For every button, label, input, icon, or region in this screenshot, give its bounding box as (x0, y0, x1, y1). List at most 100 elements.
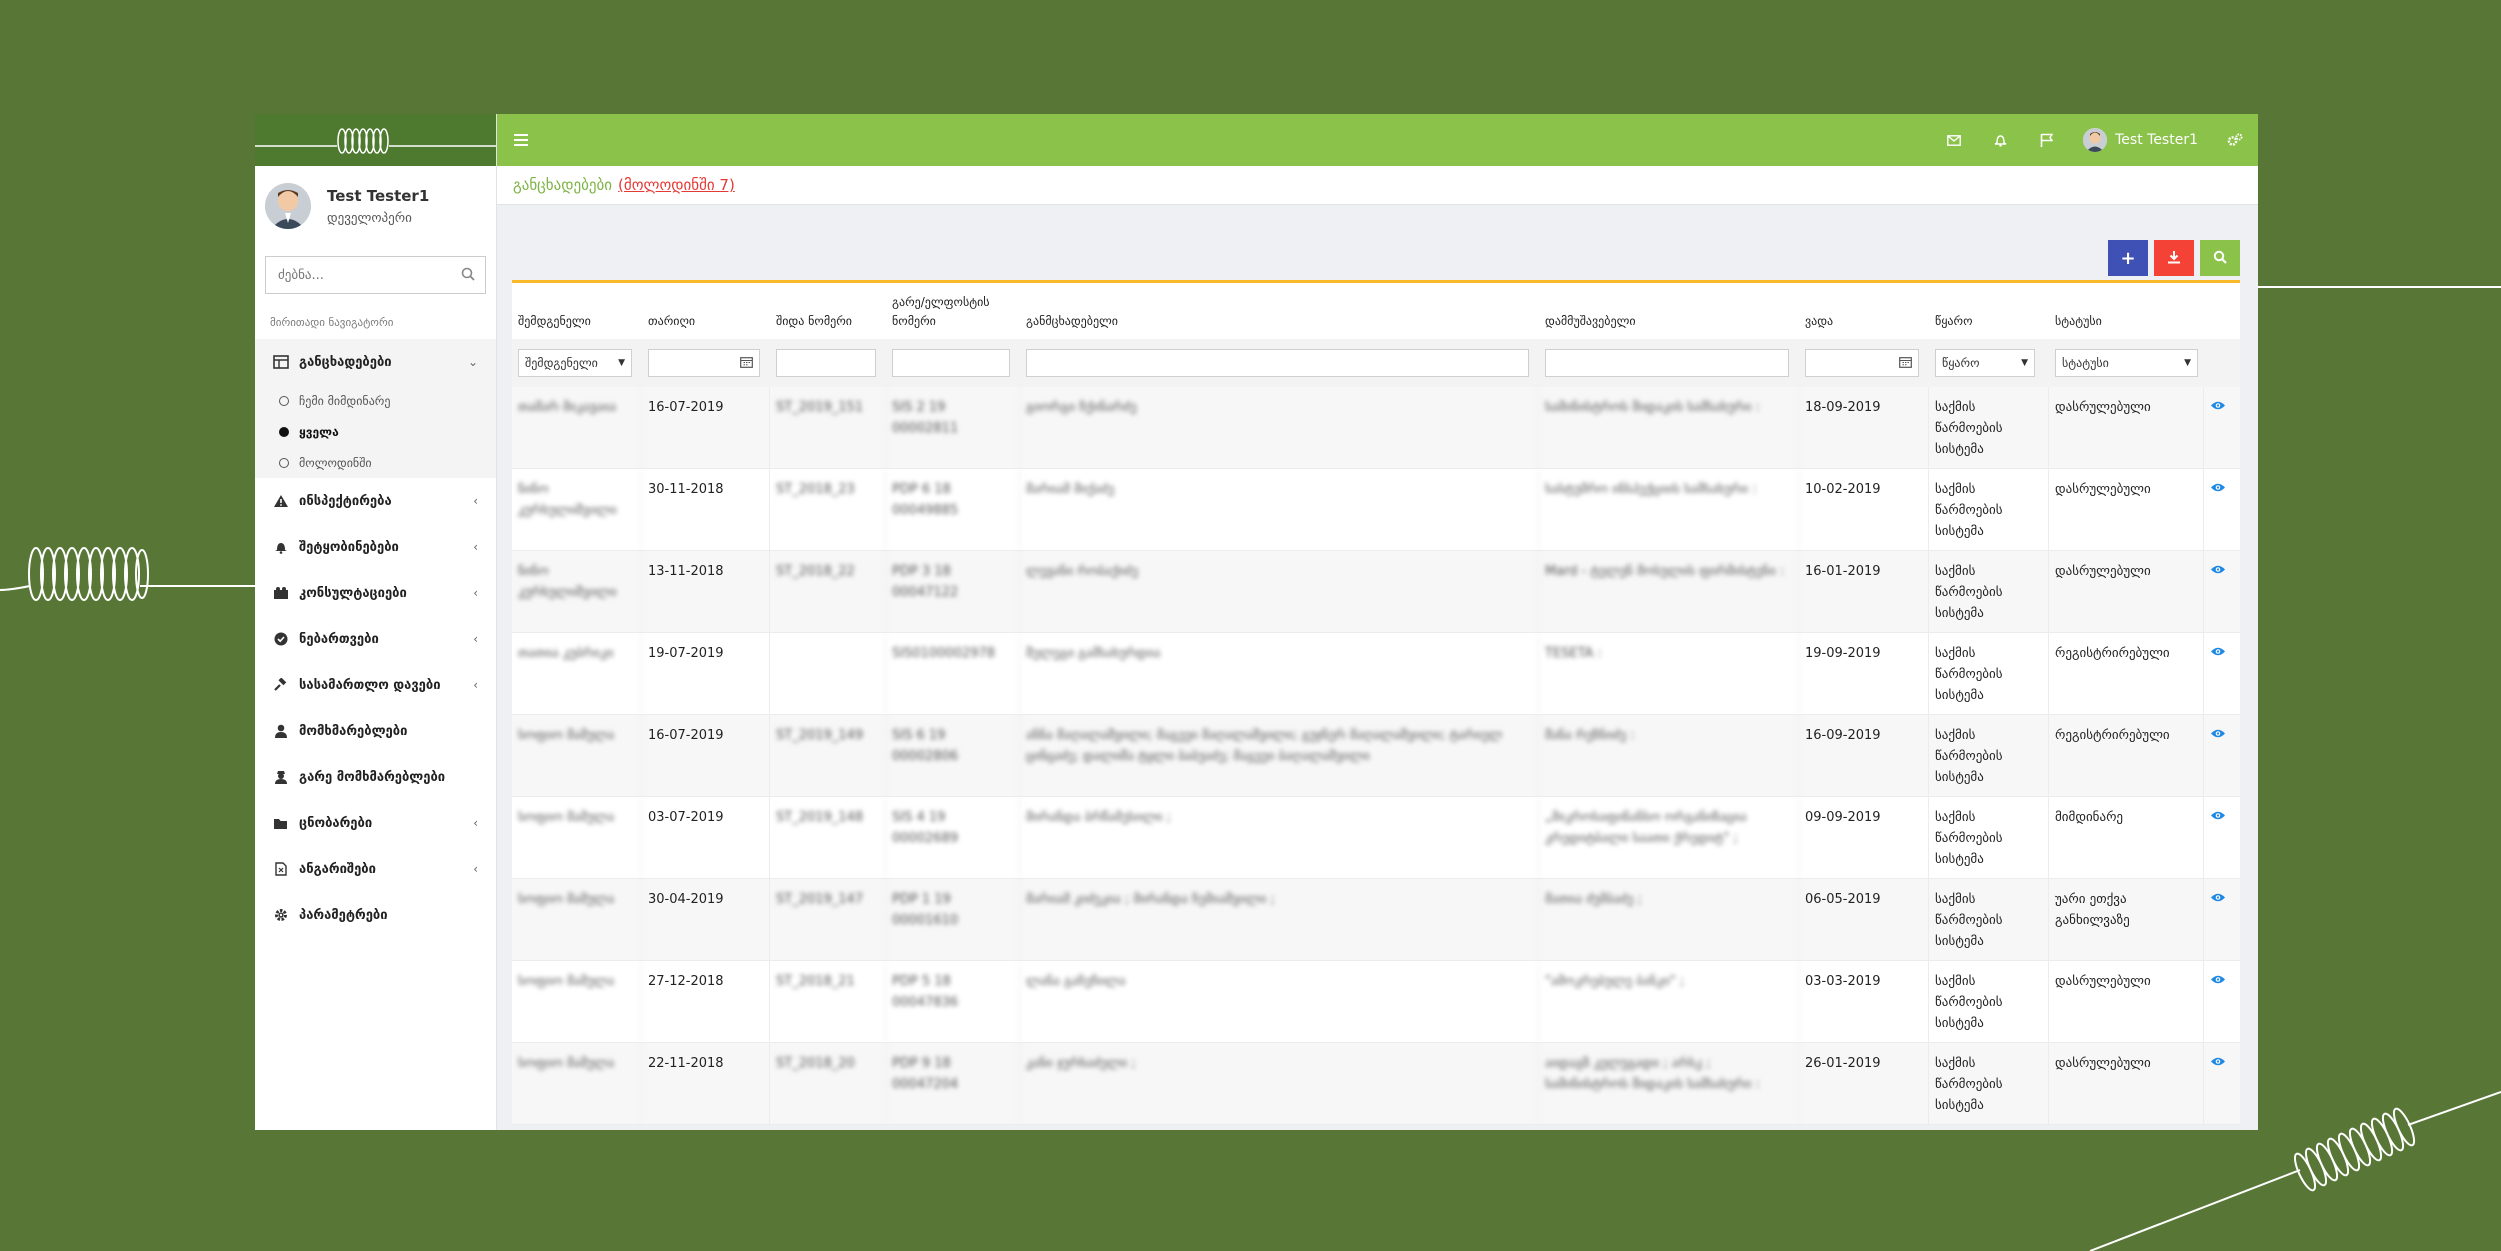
sidebar-user-name: Test Tester1 (327, 186, 430, 205)
cell-processor: სასტუმრო ინსპექციის სამსახური : (1539, 469, 1799, 550)
eye-icon[interactable] (2210, 727, 2226, 743)
header-author[interactable]: შემდგენელი (512, 312, 642, 339)
report-icon (273, 861, 289, 877)
cell-actions (2204, 879, 2240, 960)
cell-actions (2204, 469, 2240, 550)
sidebar-item-court-disputes[interactable]: სასამართლო დავები ‹ (255, 662, 496, 708)
cell-internal-number: ST_2019_149 (770, 715, 886, 796)
bell-icon[interactable] (1977, 133, 2023, 147)
processor-filter-input[interactable] (1545, 349, 1789, 377)
sidebar-item-reports[interactable]: ანგარიშები ‹ (255, 846, 496, 892)
author-filter-select[interactable]: შემდგენელი ▼ (518, 349, 632, 377)
table-row[interactable]: სოფიო მამულა 03-07-2019 ST_2019_148 SIS … (512, 797, 2240, 879)
cell-author: ნინო კურხულიშვილი (512, 469, 642, 550)
external-number-filter-input[interactable] (892, 349, 1010, 377)
download-button[interactable] (2154, 240, 2194, 276)
eye-icon[interactable] (2210, 809, 2226, 825)
header-internal-number[interactable]: შიდა ნომერი (770, 312, 886, 339)
calendar-icon[interactable] (1899, 356, 1912, 371)
sidebar-item-consultations[interactable]: კონსულტაციები ‹ (255, 570, 496, 616)
sidebar-subitem-pending[interactable]: მოლოდინში (255, 447, 496, 478)
topbar-user-name: Test Tester1 (2115, 132, 2198, 148)
table-row[interactable]: სოფიო მამულა 30-04-2019 ST_2019_147 PDP … (512, 879, 2240, 961)
header-applicant[interactable]: განმცხადებელი (1020, 312, 1539, 339)
topbar-user-menu[interactable]: Test Tester1 (2069, 128, 2212, 152)
header-date[interactable]: თარიღი (642, 312, 770, 339)
cell-source: საქმის წარმოების სისტემა (1929, 387, 2049, 468)
date-filter-input[interactable] (648, 349, 760, 377)
cell-processor: სამინისტროს შიდაკის სამსახური : (1539, 387, 1799, 468)
cell-source: საქმის წარმოების სისტემა (1929, 879, 2049, 960)
table-row[interactable]: ნინო კურხულიშვილი 30-11-2018 ST_2018_23 … (512, 469, 2240, 551)
cell-deadline: 16-09-2019 (1799, 715, 1929, 796)
circle-filled-icon (279, 426, 289, 437)
table-row[interactable]: ნინო კურხულიშვილი 13-11-2018 ST_2018_22 … (512, 551, 2240, 633)
eye-icon[interactable] (2210, 891, 2226, 907)
cell-external-number: PDP 6 18 00049885 (886, 469, 1020, 550)
header-source[interactable]: წყარო (1929, 312, 2049, 339)
cell-actions (2204, 961, 2240, 1042)
cell-deadline: 18-09-2019 (1799, 387, 1929, 468)
user-icon (273, 723, 289, 739)
table-row[interactable]: სოფიო მამულა 27-12-2018 ST_2018_21 PDP 5… (512, 961, 2240, 1043)
cell-author: თათია კუბრიკი (512, 633, 642, 714)
sidebar-item-notifications[interactable]: შეტყობინებები ‹ (255, 524, 496, 570)
eye-icon[interactable] (2210, 973, 2226, 989)
header-external-number[interactable]: გარე/ელფოსტის ნომერი (886, 293, 1020, 339)
applicant-filter-input[interactable] (1026, 349, 1529, 377)
avatar[interactable] (265, 183, 311, 229)
applications-table: შემდგენელი თარიღი შიდა ნომერი გარე/ელფოს… (512, 283, 2240, 1125)
source-filter-select[interactable]: წყარო ▼ (1935, 349, 2035, 377)
sidebar-item-settings[interactable]: პარამეტრები (255, 892, 496, 938)
cell-date: 22-11-2018 (642, 1043, 770, 1124)
header-processor[interactable]: დამმუშავებელი (1539, 312, 1799, 339)
hamburger-menu-icon[interactable] (497, 131, 545, 150)
eye-icon[interactable] (2210, 481, 2226, 497)
deadline-filter-input[interactable] (1805, 349, 1919, 377)
cell-internal-number: ST_2019_147 (770, 879, 886, 960)
eye-icon[interactable] (2210, 1055, 2226, 1071)
cell-actions (2204, 715, 2240, 796)
add-button[interactable]: + (2108, 240, 2148, 276)
eye-icon[interactable] (2210, 645, 2226, 661)
cell-date: 03-07-2019 (642, 797, 770, 878)
sidebar-item-label: სასამართლო დავები (299, 677, 441, 693)
cell-status: მიმდინარე (2049, 797, 2204, 878)
sidebar-item-users[interactable]: მომხმარებლები (255, 708, 496, 754)
cell-internal-number: ST_2018_20 (770, 1043, 886, 1124)
header-deadline[interactable]: ვადა (1799, 312, 1929, 339)
cell-actions (2204, 633, 2240, 714)
search-button[interactable] (2200, 240, 2240, 276)
sidebar-item-catalogs[interactable]: ცნობარები ‹ (255, 800, 496, 846)
status-filter-select[interactable]: სტატუსი ▼ (2055, 349, 2198, 377)
cell-processor: TESETA : (1539, 633, 1799, 714)
cell-external-number: PDP 9 18 00047204 (886, 1043, 1020, 1124)
header-status[interactable]: სტატუსი (2049, 312, 2204, 339)
calendar-icon[interactable] (740, 356, 753, 371)
sidebar-search-input[interactable] (276, 266, 461, 284)
sidebar-subitem-my-current[interactable]: ჩემი მიმდინარე (255, 385, 496, 416)
pending-applications-link[interactable]: (მოლოდინში 7) (618, 176, 735, 194)
cell-status: უარი ეთქვა განხილვაზე (2049, 879, 2204, 960)
internal-number-filter-input[interactable] (776, 349, 876, 377)
sidebar-item-permits[interactable]: ნებართვები ‹ (255, 616, 496, 662)
eye-icon[interactable] (2210, 399, 2226, 415)
envelope-icon[interactable] (1931, 134, 1977, 146)
table-row[interactable]: სოფიო მამულა 16-07-2019 ST_2019_149 SIS … (512, 715, 2240, 797)
sidebar-item-label: განცხადებები (299, 354, 392, 370)
sidebar-item-external-users[interactable]: გარე მომხმარებლები (255, 754, 496, 800)
cell-processor: მათია ძუმბაძე ; (1539, 879, 1799, 960)
chevron-left-icon: ‹ (473, 632, 478, 646)
sidebar-subitem-all[interactable]: ყველა (255, 416, 496, 447)
table-row[interactable]: სოფიო მამულა 22-11-2018 ST_2018_20 PDP 9… (512, 1043, 2240, 1125)
sidebar-item-inspection[interactable]: ინსპექტირება ‹ (255, 478, 496, 524)
cell-deadline: 26-01-2019 (1799, 1043, 1929, 1124)
table-row[interactable]: თათია კუბრიკი 19-07-2019 SIS0100002978 შ… (512, 633, 2240, 715)
sidebar-item-label: კონსულტაციები (299, 585, 407, 601)
sidebar-item-applications[interactable]: განცხადებები ⌄ (255, 339, 496, 385)
search-icon[interactable] (461, 266, 475, 285)
gears-icon[interactable] (2212, 133, 2258, 147)
flag-icon[interactable] (2023, 133, 2069, 147)
eye-icon[interactable] (2210, 563, 2226, 579)
table-row[interactable]: თამარ მიკავაია 16-07-2019 ST_2019_151 SI… (512, 387, 2240, 469)
